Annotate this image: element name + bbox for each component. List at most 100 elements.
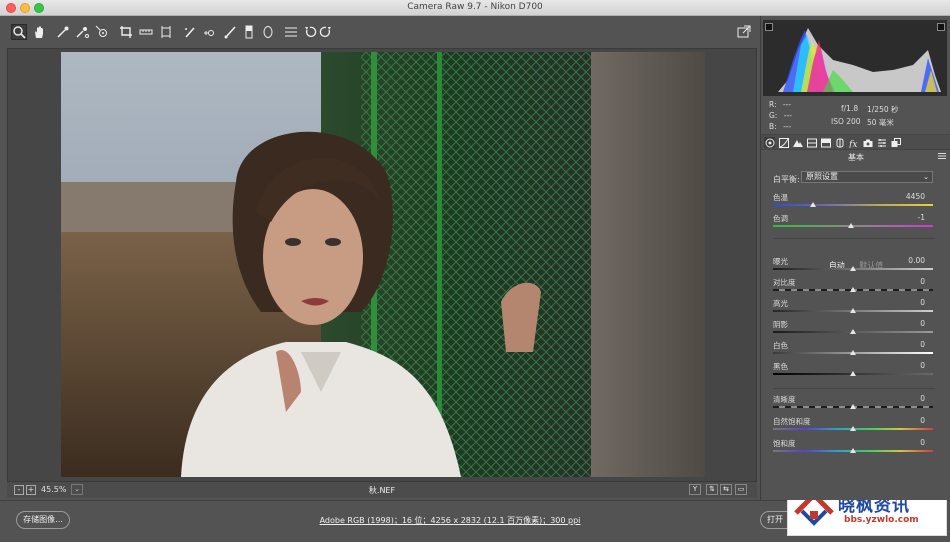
temperature-slider-row: 色温 4450 — [773, 192, 935, 212]
blacks-slider-thumb[interactable] — [850, 371, 856, 376]
spot-removal-tool[interactable] — [182, 24, 198, 40]
whites-slider-thumb[interactable] — [850, 350, 856, 355]
tab-lens-corrections[interactable] — [834, 137, 845, 148]
fullscreen-toggle[interactable] — [736, 24, 752, 40]
vibrance-slider-row: 自然饱和度 0 — [773, 416, 935, 436]
highlights-label: 高光 — [773, 299, 788, 308]
adjustment-brush-tool[interactable] — [222, 24, 238, 40]
divider — [773, 388, 935, 389]
tab-presets[interactable] — [876, 137, 887, 148]
preferences-tool[interactable] — [283, 24, 299, 40]
rotate-ccw-icon — [305, 26, 317, 37]
straighten-tool[interactable] — [138, 24, 154, 40]
temperature-track[interactable] — [773, 204, 933, 206]
tab-split-toning[interactable] — [820, 137, 831, 148]
highlights-slider-row: 高光 0 — [773, 298, 935, 318]
exposure-label: 曝光 — [773, 257, 788, 266]
rotate-cw-icon — [319, 26, 331, 37]
saturation-value[interactable]: 0 — [920, 438, 925, 447]
shadows-label: 阴影 — [773, 320, 788, 329]
panel-tabs: fx — [761, 134, 950, 150]
highlights-slider-thumb[interactable] — [850, 308, 856, 313]
graduated-filter-tool[interactable] — [241, 24, 257, 40]
radial-filter-icon — [263, 26, 273, 38]
clarity-slider-row: 清晰度 0 — [773, 394, 935, 414]
shadows-slider-thumb[interactable] — [850, 329, 856, 334]
histogram — [763, 20, 947, 96]
graduated-filter-icon — [245, 25, 253, 39]
zoom-tool[interactable] — [11, 24, 27, 40]
preview-status-bar: - + 45.5% ⌄ 秋.NEF Y ⇅ ⇆ ▭ — [7, 482, 757, 498]
white-balance-value: 原照设置 — [806, 172, 838, 181]
section-title-basic: 基本 — [848, 153, 864, 162]
tint-value[interactable]: -1 — [918, 213, 925, 222]
radial-filter-tool[interactable] — [260, 24, 276, 40]
white-balance-select[interactable]: 原照设置 ⌄ — [801, 171, 933, 183]
clarity-slider-thumb[interactable] — [850, 404, 856, 409]
tab-snapshots[interactable] — [890, 137, 901, 148]
transform-tool[interactable] — [158, 24, 174, 40]
exposure-slider-thumb[interactable] — [850, 266, 856, 271]
contrast-slider-thumb[interactable] — [850, 287, 856, 292]
fullscreen-icon — [737, 25, 751, 38]
lens-icon — [836, 138, 843, 147]
shutter-value: 1/250 秒 — [867, 105, 899, 114]
exposure-value[interactable]: 0.00 — [908, 256, 925, 265]
contrast-slider-row: 对比度 0 — [773, 277, 935, 297]
tab-basic[interactable] — [764, 137, 775, 148]
hand-icon — [35, 26, 43, 38]
temperature-value[interactable]: 4450 — [906, 192, 925, 201]
iso-value: ISO 200 — [831, 117, 861, 126]
tint-label: 色调 — [773, 214, 788, 223]
vibrance-value[interactable]: 0 — [920, 416, 925, 425]
vibrance-slider-thumb[interactable] — [850, 426, 856, 431]
shadows-slider-row: 阴影 0 — [773, 319, 935, 339]
copy-settings-button[interactable]: ⇆ — [720, 484, 732, 495]
shadows-value[interactable]: 0 — [920, 319, 925, 328]
preview-photo[interactable] — [61, 52, 705, 477]
red-eye-tool[interactable] — [202, 24, 218, 40]
highlight-clipping-warning[interactable] — [937, 23, 945, 31]
toggle-settings-button[interactable]: ▭ — [735, 484, 747, 495]
camera-readout: R: --- G: --- B: --- f/1.8 1/250 秒 ISO 2… — [769, 98, 945, 134]
crop-tool[interactable] — [118, 24, 134, 40]
highlights-value[interactable]: 0 — [920, 298, 925, 307]
whites-slider-row: 白色 0 — [773, 340, 935, 360]
saturation-slider-row: 饱和度 0 — [773, 438, 935, 458]
panel-menu-icon[interactable] — [938, 152, 946, 160]
svg-text:fx: fx — [849, 140, 857, 148]
before-after-view-button[interactable]: Y — [689, 484, 701, 495]
rotate-ccw-tool[interactable] — [302, 24, 318, 40]
clarity-value[interactable]: 0 — [920, 394, 925, 403]
tab-hsl[interactable] — [806, 137, 817, 148]
saturation-slider-thumb[interactable] — [850, 448, 856, 453]
swap-view-button[interactable]: ⇅ — [706, 484, 718, 495]
tab-detail[interactable] — [792, 137, 803, 148]
rotate-cw-tool[interactable] — [318, 24, 334, 40]
camera-raw-window: Camera Raw 9.7 - Nikon D700 - + 45.5% ⌄ … — [0, 0, 950, 542]
blacks-value[interactable]: 0 — [920, 361, 925, 370]
clarity-label: 清晰度 — [773, 395, 796, 404]
b-value: --- — [783, 122, 792, 131]
whites-value[interactable]: 0 — [920, 340, 925, 349]
exposure-slider-row: 曝光 0.00 — [773, 256, 935, 276]
brush-icon — [224, 26, 236, 39]
fx-icon: fx — [849, 140, 857, 148]
color-sampler-icon — [76, 27, 89, 38]
color-sampler-tool[interactable] — [74, 24, 90, 40]
contrast-value[interactable]: 0 — [920, 277, 925, 286]
tint-slider-thumb[interactable] — [848, 223, 855, 228]
camera-icon — [863, 139, 872, 147]
white-balance-tool[interactable] — [55, 24, 71, 40]
image-preview-area[interactable] — [7, 48, 757, 482]
tab-camera-calibration[interactable] — [862, 137, 873, 148]
histogram-graph — [778, 28, 941, 92]
g-value: --- — [783, 111, 792, 120]
tab-tone-curve[interactable] — [778, 137, 789, 148]
tab-effects[interactable]: fx — [848, 137, 859, 148]
targeted-adjustment-tool[interactable] — [94, 24, 110, 40]
aperture-value: f/1.8 — [841, 104, 859, 113]
shadow-clipping-warning[interactable] — [765, 23, 773, 31]
temperature-slider-thumb[interactable] — [810, 202, 816, 207]
hand-tool[interactable] — [31, 24, 47, 40]
